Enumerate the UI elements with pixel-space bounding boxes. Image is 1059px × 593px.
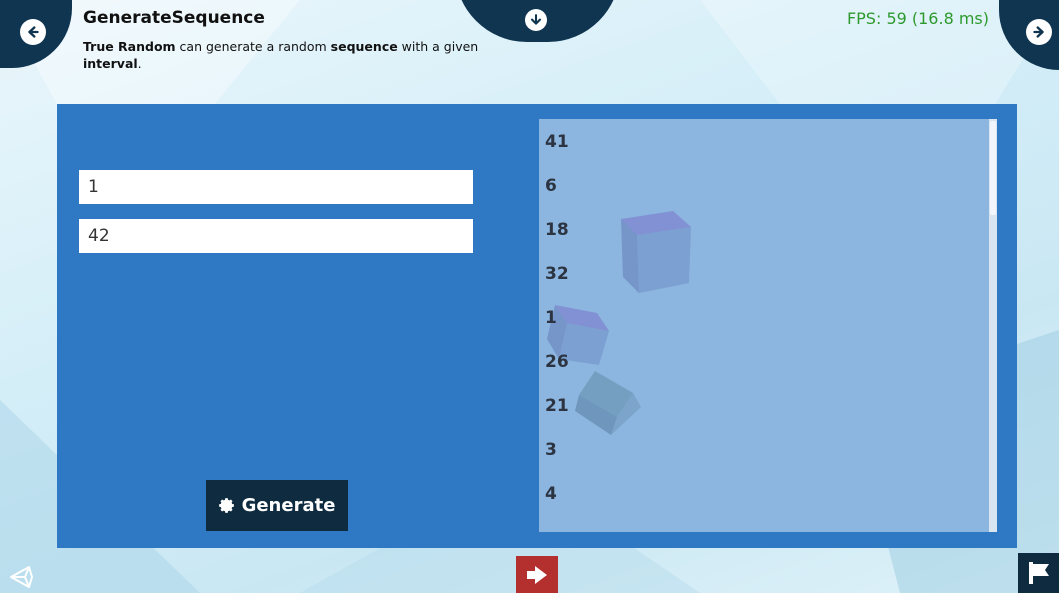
generate-button[interactable]: Generate — [206, 480, 348, 531]
result-item: 21 — [545, 396, 569, 416]
result-item: 32 — [545, 264, 569, 284]
desc-bold-interval: interval — [83, 56, 138, 71]
next-button[interactable] — [1026, 19, 1052, 45]
scrollbar[interactable] — [989, 119, 997, 532]
previous-button[interactable] — [20, 19, 46, 45]
result-item: 41 — [545, 132, 569, 152]
arrow-down-circle-icon — [530, 14, 542, 25]
gear-icon — [218, 498, 234, 513]
result-item: 3 — [545, 440, 557, 460]
arrow-right-circle-icon — [1033, 26, 1044, 38]
flag-button[interactable] — [1018, 553, 1059, 593]
min-input[interactable]: 1 — [79, 170, 473, 204]
page-description: True Random can generate a random sequen… — [83, 38, 483, 72]
result-item: 18 — [545, 220, 569, 240]
desc-text: can generate a random — [175, 39, 331, 54]
flag-icon — [1028, 562, 1049, 584]
result-item: 26 — [545, 352, 569, 372]
exit-button[interactable] — [516, 556, 558, 593]
generate-label: Generate — [241, 495, 336, 516]
result-list[interactable]: 41 6 18 32 1 26 21 3 4 — [539, 119, 997, 532]
desc-text: with a given — [397, 39, 479, 54]
main-panel: 1 42 Generate 41 6 18 32 1 26 21 3 4 — [57, 104, 1017, 548]
arrow-left-circle-icon — [28, 26, 39, 38]
desc-bold-sequence: sequence — [330, 39, 398, 54]
exit-icon — [527, 565, 547, 584]
fps-counter: FPS: 59 (16.8 ms) — [846, 9, 989, 28]
result-item: 4 — [545, 484, 557, 504]
page-title: GenerateSequence — [83, 8, 265, 28]
cube-decoration — [621, 211, 691, 293]
scrollbar-thumb[interactable] — [990, 121, 996, 215]
cube-decoration — [575, 371, 641, 435]
max-input[interactable]: 42 — [79, 219, 473, 253]
desc-text: . — [137, 56, 142, 71]
result-item: 6 — [545, 176, 557, 196]
result-item: 1 — [545, 308, 557, 328]
toggle-down-button[interactable] — [525, 9, 547, 31]
desc-bold-true-random: True Random — [83, 39, 176, 54]
unity-logo-icon[interactable] — [9, 565, 35, 589]
